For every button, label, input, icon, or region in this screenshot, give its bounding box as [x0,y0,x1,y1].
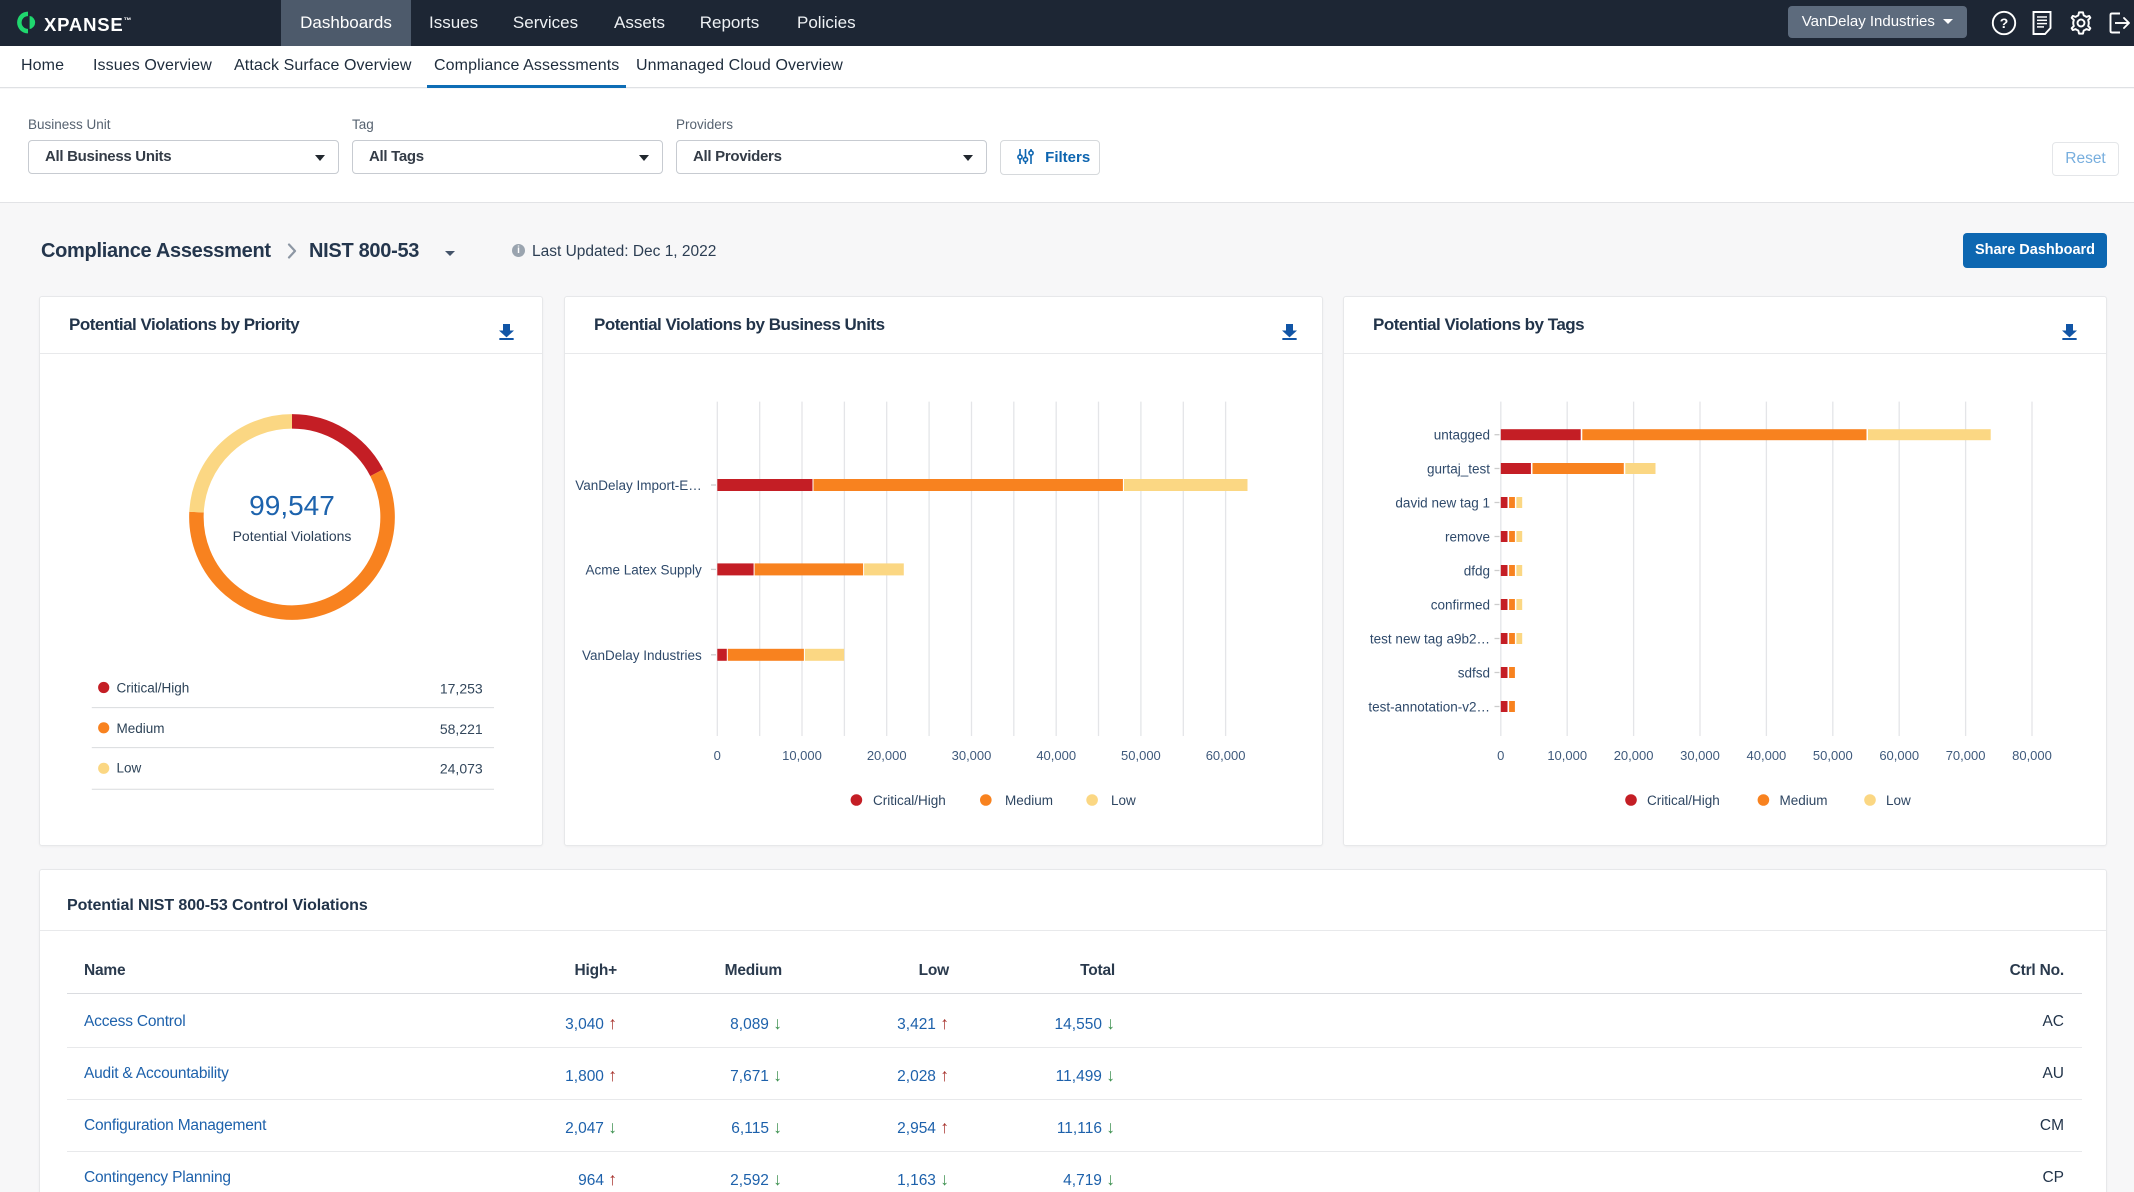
svg-text:Medium: Medium [1005,793,1053,808]
svg-text:70,000: 70,000 [1946,748,1986,763]
svg-text:58,221: 58,221 [440,721,483,737]
svg-text:60,000: 60,000 [1879,748,1919,763]
svg-text:Low: Low [1886,793,1911,808]
svg-text:test-annotation-v2…: test-annotation-v2… [1368,700,1490,715]
svg-text:20,000: 20,000 [1614,748,1654,763]
svg-text:Critical/High: Critical/High [117,681,190,696]
svg-text:50,000: 50,000 [1121,748,1161,763]
svg-text:Acme Latex Supply: Acme Latex Supply [585,562,702,577]
svg-text:Potential Violations: Potential Violations [233,528,352,544]
svg-text:40,000: 40,000 [1747,748,1787,763]
svg-text:VanDelay Industries: VanDelay Industries [582,648,702,663]
svg-text:Critical/High: Critical/High [1647,793,1720,808]
svg-text:Medium: Medium [1780,793,1828,808]
svg-text:0: 0 [714,748,721,763]
svg-text:dfdg: dfdg [1464,564,1490,579]
svg-text:Low: Low [117,760,142,775]
svg-text:40,000: 40,000 [1036,748,1076,763]
svg-text:Medium: Medium [117,721,165,736]
svg-text:gurtaj_test: gurtaj_test [1427,462,1490,477]
svg-text:Low: Low [1111,793,1136,808]
svg-text:Critical/High: Critical/High [873,793,946,808]
svg-text:?: ? [2000,15,2009,31]
svg-text:david new tag 1: david new tag 1 [1395,496,1490,511]
svg-text:24,073: 24,073 [440,760,483,776]
svg-text:60,000: 60,000 [1206,748,1246,763]
svg-text:30,000: 30,000 [952,748,992,763]
svg-text:confirmed: confirmed [1431,598,1490,613]
svg-text:30,000: 30,000 [1680,748,1720,763]
svg-text:remove: remove [1445,530,1490,545]
svg-text:sdfsd: sdfsd [1458,666,1490,681]
svg-text:untagged: untagged [1434,428,1490,443]
svg-text:50,000: 50,000 [1813,748,1853,763]
svg-text:99,547: 99,547 [249,490,335,521]
svg-text:0: 0 [1497,748,1504,763]
svg-text:20,000: 20,000 [867,748,907,763]
svg-text:10,000: 10,000 [1547,748,1587,763]
svg-text:80,000: 80,000 [2012,748,2052,763]
svg-text:test new tag a9b2…: test new tag a9b2… [1370,632,1490,647]
svg-text:17,253: 17,253 [440,681,483,697]
svg-text:10,000: 10,000 [782,748,822,763]
svg-text:VanDelay Import-E…: VanDelay Import-E… [575,478,702,493]
